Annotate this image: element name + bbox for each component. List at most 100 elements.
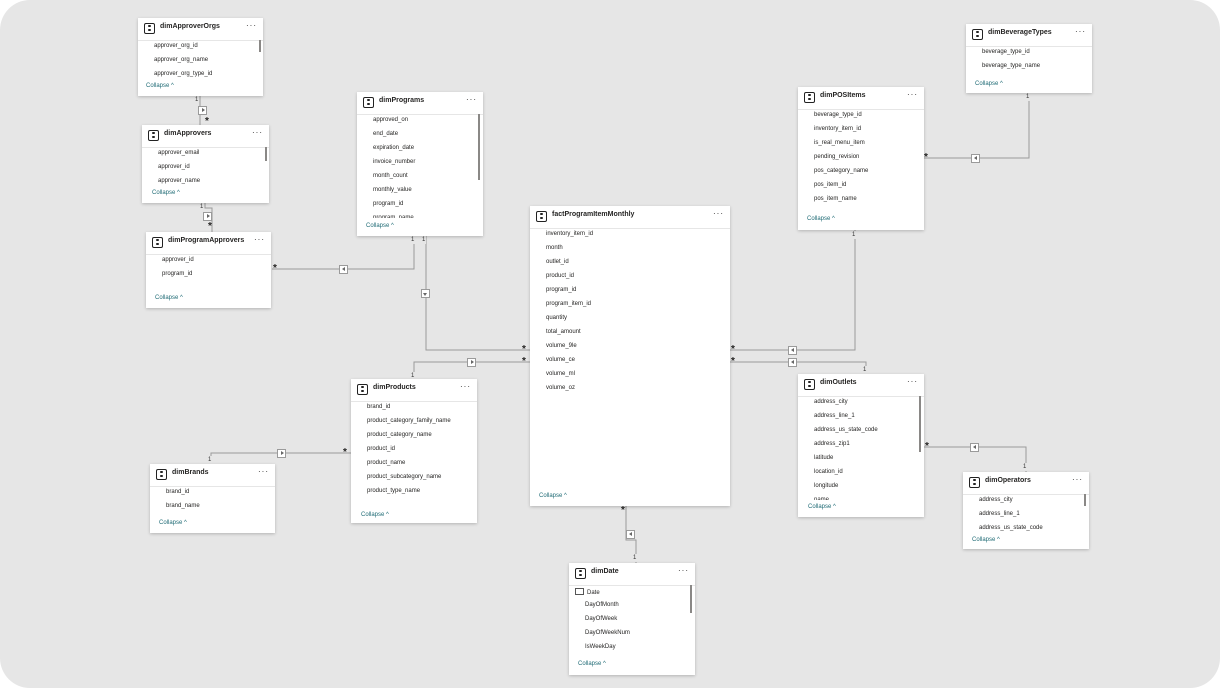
- collapse-button[interactable]: Collapse ^: [578, 661, 606, 667]
- field-inventory-item-id[interactable]: inventory_item_id: [546, 231, 593, 237]
- collapse-button[interactable]: Collapse ^: [159, 520, 187, 526]
- field-address-us-state-code[interactable]: address_us_state_code: [979, 525, 1043, 531]
- field-product-id[interactable]: product_id: [367, 446, 395, 452]
- table-card-dimapproverorgs[interactable]: dimApproverOrgs ··· approver_org_id appr…: [138, 18, 263, 96]
- field-beverage-type-id[interactable]: beverage_type_id: [982, 49, 1030, 55]
- filter-direction-arrow[interactable]: [788, 346, 797, 355]
- field-monthly-value[interactable]: monthly_value: [373, 187, 412, 193]
- field-brand-name[interactable]: brand_name: [166, 503, 200, 509]
- field-expiration-date[interactable]: expiration_date: [373, 145, 414, 151]
- field-program-id[interactable]: program_id: [162, 271, 192, 277]
- more-options-icon[interactable]: ···: [1072, 475, 1083, 484]
- field-is-real-menu-item[interactable]: is_real_menu_item: [814, 140, 865, 146]
- scrollbar[interactable]: [919, 396, 921, 452]
- field-volume-oz[interactable]: volume_oz: [546, 385, 575, 391]
- table-card-dimdate[interactable]: dimDate ··· Date DayOfMonth DayOfWeek Da…: [569, 563, 695, 675]
- field-pos-item-id[interactable]: pos_item_id: [814, 182, 846, 188]
- more-options-icon[interactable]: ···: [678, 566, 689, 575]
- model-diagram-canvas[interactable]: 1 * 1 * 1 * 1 * 1 * 1 * 1 * 1 * 1 * 1 * …: [0, 0, 1220, 688]
- scrollbar[interactable]: [690, 585, 692, 613]
- collapse-button[interactable]: Collapse ^: [808, 504, 836, 510]
- field-address-city[interactable]: address_city: [979, 497, 1013, 503]
- table-card-dimoperators[interactable]: dimOperators ··· address_city address_li…: [963, 472, 1089, 549]
- field-outlet-id[interactable]: outlet_id: [546, 259, 569, 265]
- field-quantity[interactable]: quantity: [546, 315, 567, 321]
- field-program-item-id[interactable]: program_item_id: [546, 301, 591, 307]
- field-volume-ml[interactable]: volume_ml: [546, 371, 575, 377]
- filter-direction-arrow[interactable]: [203, 212, 212, 221]
- field-product-id[interactable]: product_id: [546, 273, 574, 279]
- more-options-icon[interactable]: ···: [907, 377, 918, 386]
- field-beverage-type-id[interactable]: beverage_type_id: [814, 112, 862, 118]
- filter-direction-arrow[interactable]: [467, 358, 476, 367]
- field-month-count[interactable]: month_count: [373, 173, 408, 179]
- table-card-dimprogramapprovers[interactable]: dimProgramApprovers ··· approver_id prog…: [146, 232, 271, 308]
- collapse-button[interactable]: Collapse ^: [972, 537, 1000, 543]
- field-pos-item-name[interactable]: pos_item_name: [814, 196, 857, 202]
- field-date[interactable]: Date: [575, 588, 600, 596]
- collapse-button[interactable]: Collapse ^: [975, 81, 1003, 87]
- field-approver-org-type-id[interactable]: approver_org_type_id: [154, 71, 212, 77]
- more-options-icon[interactable]: ···: [907, 90, 918, 99]
- collapse-button[interactable]: Collapse ^: [807, 216, 835, 222]
- field-dayofweek[interactable]: DayOfWeek: [585, 616, 617, 622]
- field-beverage-type-name[interactable]: beverage_type_name: [982, 63, 1040, 69]
- field-address-us-state-code[interactable]: address_us_state_code: [814, 427, 878, 433]
- filter-direction-arrow[interactable]: [339, 265, 348, 274]
- field-inventory-item-id[interactable]: inventory_item_id: [814, 126, 861, 132]
- field-address-city[interactable]: address_city: [814, 399, 848, 405]
- field-approver-id[interactable]: approver_id: [158, 164, 190, 170]
- field-program-id[interactable]: program_id: [373, 201, 403, 207]
- filter-direction-arrow[interactable]: [971, 154, 980, 163]
- field-product-subcategory-name[interactable]: product_subcategory_name: [367, 474, 441, 480]
- scrollbar[interactable]: [478, 114, 480, 180]
- field-approver-id[interactable]: approver_id: [162, 257, 194, 263]
- field-month[interactable]: month: [546, 245, 563, 251]
- collapse-button[interactable]: Collapse ^: [366, 223, 394, 229]
- field-dayofmonth[interactable]: DayOfMonth: [585, 602, 619, 608]
- field-total-amount[interactable]: total_amount: [546, 329, 581, 335]
- field-program-id[interactable]: program_id: [546, 287, 576, 293]
- field-product-name[interactable]: product_name: [367, 460, 405, 466]
- field-volume-9le[interactable]: volume_9le: [546, 343, 577, 349]
- scrollbar[interactable]: [1084, 494, 1086, 506]
- more-options-icon[interactable]: ···: [246, 21, 257, 30]
- field-isweekday[interactable]: IsWeekDay: [585, 644, 616, 650]
- field-product-type-name[interactable]: product_type_name: [367, 488, 420, 494]
- field-name[interactable]: name: [814, 497, 829, 500]
- filter-direction-arrow[interactable]: [421, 289, 430, 298]
- filter-direction-arrow[interactable]: [970, 443, 979, 452]
- field-location-id[interactable]: location_id: [814, 469, 843, 475]
- field-address-line-1[interactable]: address_line_1: [979, 511, 1020, 517]
- filter-direction-arrow[interactable]: [626, 530, 635, 539]
- field-dayofweeknum[interactable]: DayOfWeekNum: [585, 630, 630, 636]
- more-options-icon[interactable]: ···: [258, 467, 269, 476]
- table-card-factprogramitemmonthly[interactable]: factProgramItemMonthly ··· inventory_ite…: [530, 206, 730, 506]
- field-pos-category-name[interactable]: pos_category_name: [814, 168, 868, 174]
- filter-direction-arrow[interactable]: [198, 106, 207, 115]
- field-approver-org-id[interactable]: approver_org_id: [154, 43, 198, 49]
- field-brand-id[interactable]: brand_id: [166, 489, 189, 495]
- table-card-dimpositems[interactable]: dimPOSItems ··· beverage_type_id invento…: [798, 87, 924, 230]
- field-approved-on[interactable]: approved_on: [373, 117, 408, 123]
- scrollbar[interactable]: [259, 40, 261, 52]
- table-card-dimprograms[interactable]: dimPrograms ··· approved_on end_date exp…: [357, 92, 483, 236]
- table-card-dimbeveragetypes[interactable]: dimBeverageTypes ··· beverage_type_id be…: [966, 24, 1092, 93]
- field-address-line-1[interactable]: address_line_1: [814, 413, 855, 419]
- field-approver-email[interactable]: approver_email: [158, 150, 199, 156]
- field-product-category-family-name[interactable]: product_category_family_name: [367, 418, 451, 424]
- field-approver-org-name[interactable]: approver_org_name: [154, 57, 208, 63]
- field-pending-revision[interactable]: pending_revision: [814, 154, 859, 160]
- collapse-button[interactable]: Collapse ^: [155, 295, 183, 301]
- collapse-button[interactable]: Collapse ^: [146, 83, 174, 89]
- more-options-icon[interactable]: ···: [252, 128, 263, 137]
- collapse-button[interactable]: Collapse ^: [152, 190, 180, 196]
- collapse-button[interactable]: Collapse ^: [361, 512, 389, 518]
- more-options-icon[interactable]: ···: [254, 235, 265, 244]
- field-invoice-number[interactable]: invoice_number: [373, 159, 415, 165]
- more-options-icon[interactable]: ···: [1075, 27, 1086, 36]
- field-brand-id[interactable]: brand_id: [367, 404, 390, 410]
- more-options-icon[interactable]: ···: [713, 209, 724, 218]
- filter-direction-arrow[interactable]: [788, 358, 797, 367]
- table-card-dimproducts[interactable]: dimProducts ··· brand_id product_categor…: [351, 379, 477, 523]
